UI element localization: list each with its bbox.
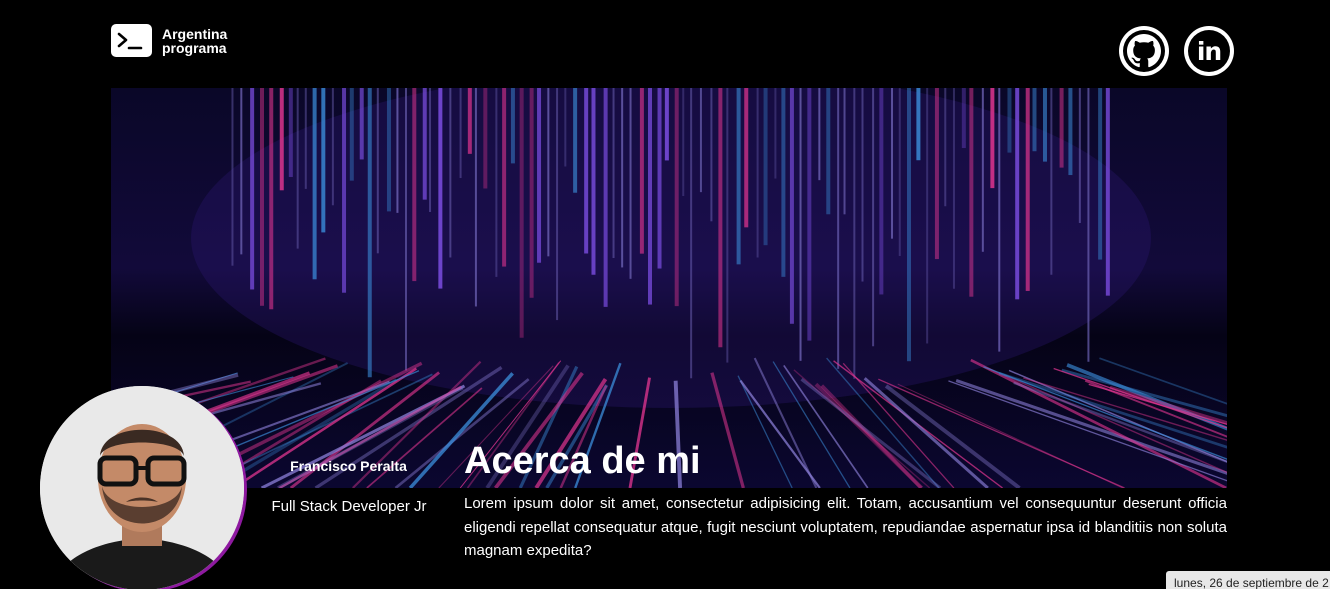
date-tooltip: lunes, 26 de septiembre de 2 [1166, 571, 1330, 589]
binary-rain-graphic [111, 88, 1227, 488]
github-icon [1127, 34, 1161, 68]
profile-name: Francisco Peralta [290, 458, 407, 474]
profile-avatar [40, 386, 244, 589]
logo-text: Argentina programa [162, 27, 227, 55]
linkedin-icon: in [1196, 36, 1222, 66]
logo-line2: programa [162, 39, 227, 56]
terminal-icon [111, 24, 152, 57]
hero-banner [111, 88, 1227, 488]
linkedin-link[interactable]: in [1184, 26, 1234, 76]
page: Argentina programa in Francisco Peralta … [0, 0, 1330, 589]
social-links: in [1119, 26, 1234, 76]
profile-role: Full Stack Developer Jr [271, 498, 427, 515]
github-link[interactable] [1119, 26, 1169, 76]
logo-line1: Argentina [162, 25, 228, 42]
about-title: Acerca de mi [464, 440, 701, 482]
about-text: Lorem ipsum dolor sit amet, consectetur … [464, 495, 1227, 559]
site-logo[interactable]: Argentina programa [111, 24, 227, 57]
